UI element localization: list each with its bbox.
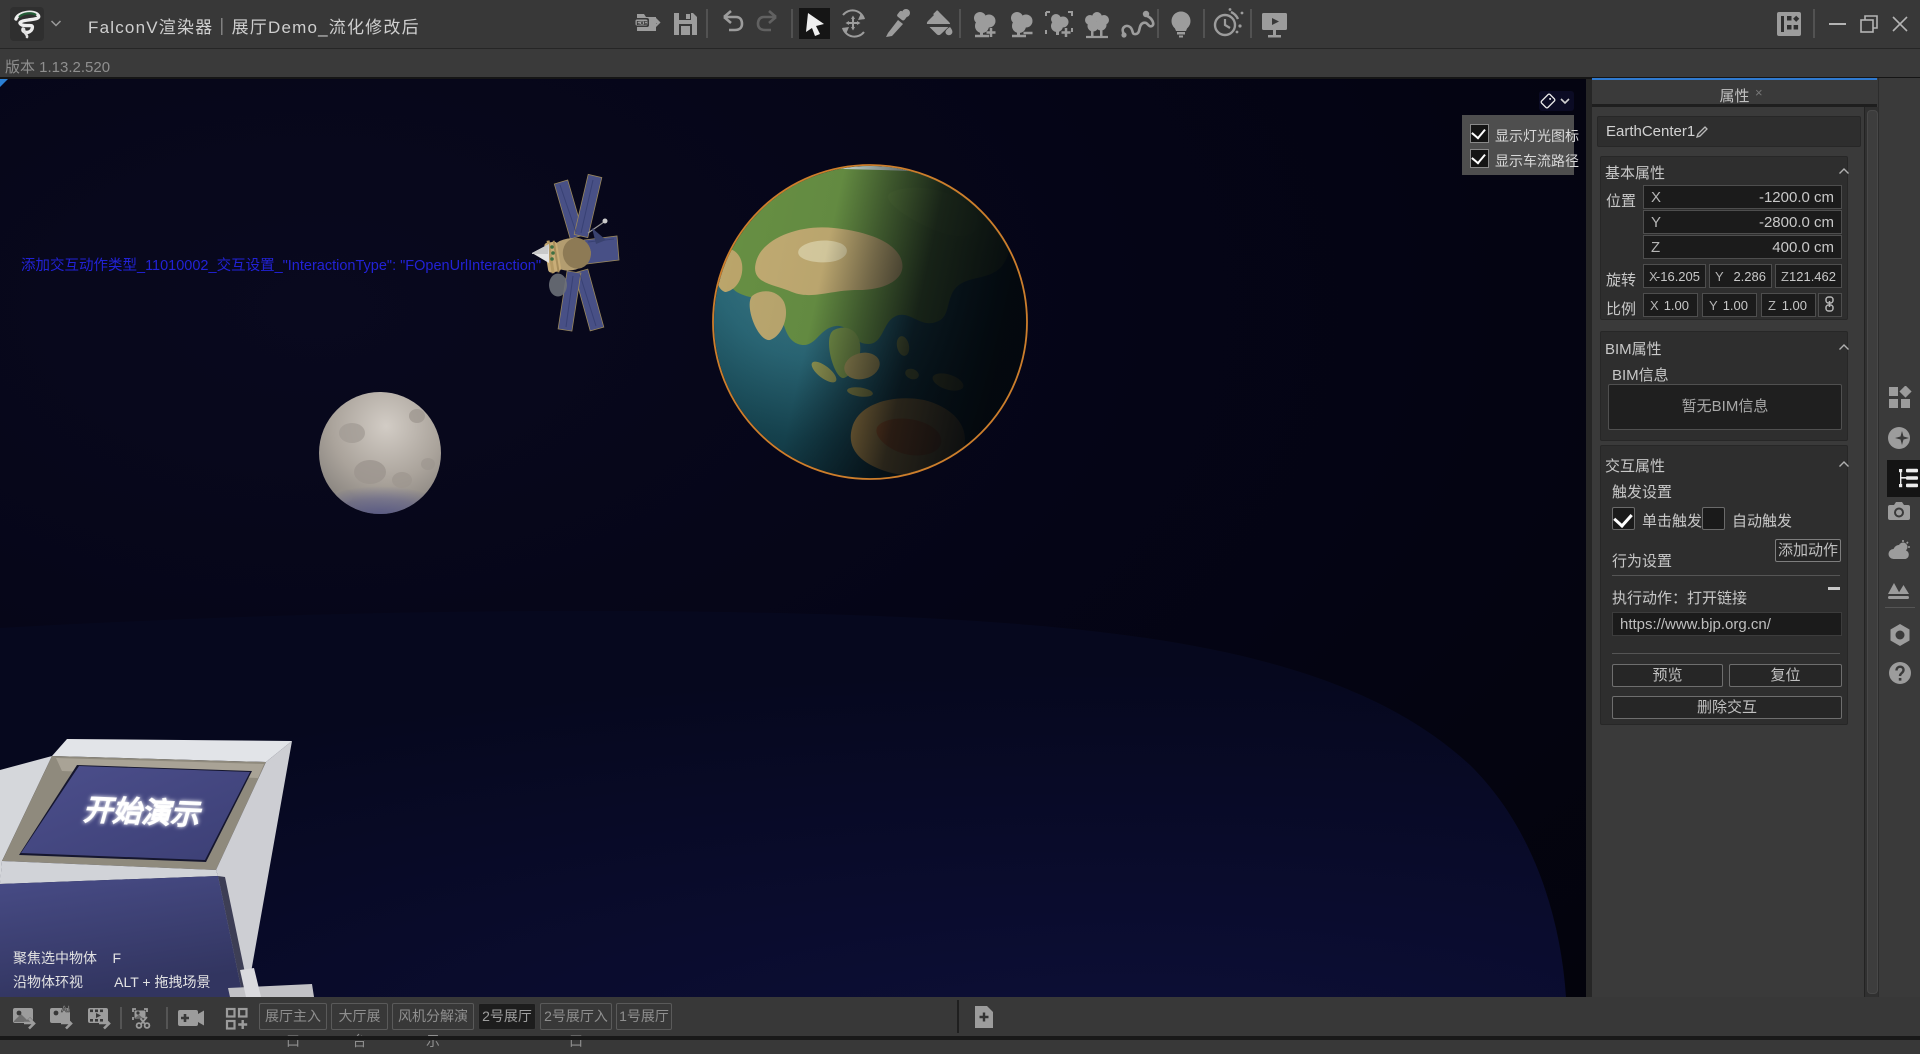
svg-text:EXE: EXE (637, 21, 648, 27)
svg-text:AI: AI (61, 1004, 70, 1014)
svg-text:开始演示: 开始演示 (81, 794, 206, 831)
